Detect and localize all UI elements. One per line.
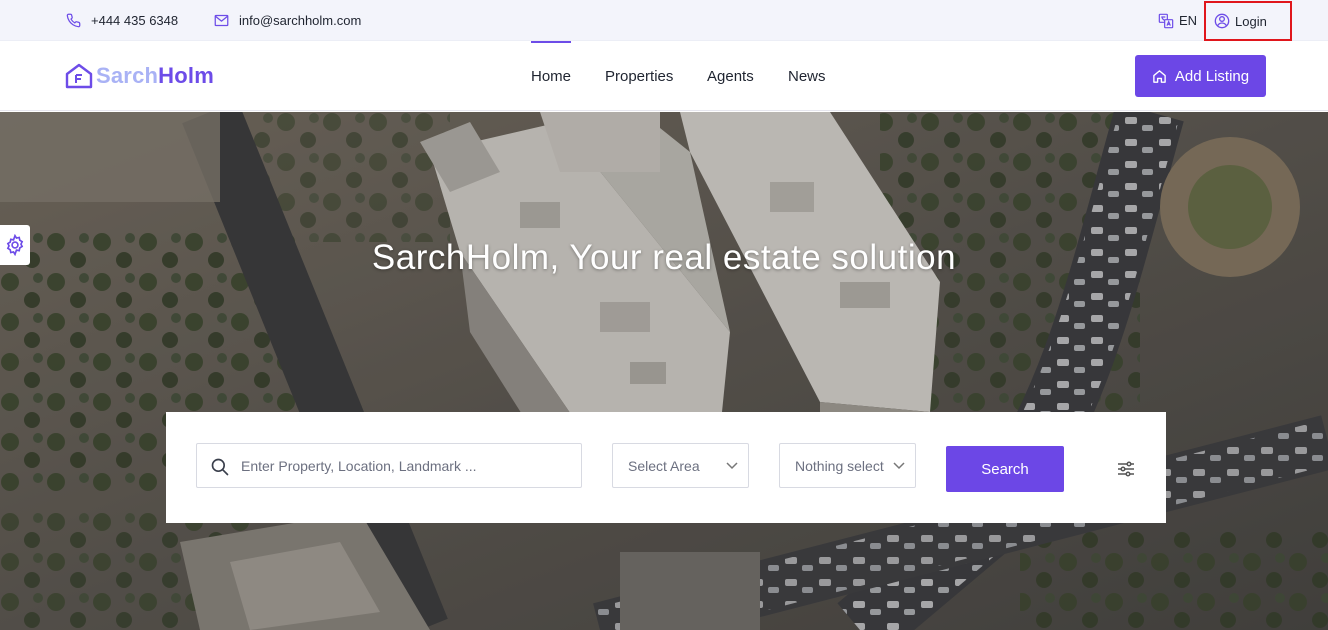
house-logo-icon — [65, 63, 93, 89]
hero-overlay — [0, 112, 1328, 630]
property-type-select-value: Nothing select — [795, 457, 884, 474]
add-listing-label: Add Listing — [1174, 67, 1250, 85]
hero-title: SarchHolm, Your real estate solution — [371, 238, 957, 277]
sliders-icon — [1118, 461, 1134, 477]
nav-properties[interactable]: Properties — [605, 41, 673, 111]
mail-icon — [214, 14, 229, 27]
logo-text: SarchHolm — [96, 63, 214, 89]
nav-agents[interactable]: Agents — [707, 41, 754, 111]
email-address: info@sarchholm.com — [239, 13, 362, 28]
top-bar: +444 435 6348 info@sarchholm.com EN Logi… — [0, 0, 1328, 41]
login-link[interactable]: Login — [1204, 1, 1292, 41]
login-label: Login — [1235, 13, 1267, 29]
advanced-filter-button[interactable] — [1117, 461, 1135, 482]
keyword-search-input[interactable] — [241, 444, 571, 487]
area-select[interactable]: Select Area — [612, 443, 749, 488]
phone-number: +444 435 6348 — [91, 13, 179, 28]
search-button[interactable]: Search — [946, 446, 1064, 492]
add-listing-button[interactable]: Add Listing — [1135, 55, 1266, 97]
property-type-select[interactable]: Nothing select — [779, 443, 916, 488]
translate-icon — [1158, 13, 1174, 28]
user-circle-icon — [1214, 13, 1230, 29]
chevron-down-icon — [893, 462, 905, 470]
site-logo[interactable]: SarchHolm — [65, 63, 214, 89]
contact-phone[interactable]: +444 435 6348 — [66, 0, 178, 41]
area-select-value: Select Area — [628, 457, 700, 474]
language-selector[interactable]: EN — [1158, 0, 1197, 41]
contact-email[interactable]: info@sarchholm.com — [214, 0, 361, 41]
logo-text-part1: Sarch — [96, 63, 159, 88]
nav-news[interactable]: News — [788, 41, 826, 111]
language-label: EN — [1179, 13, 1198, 28]
search-icon — [211, 458, 229, 476]
hero-section: SarchHolm, Your real estate solution Sel… — [0, 112, 1328, 630]
main-header: SarchHolm Home Properties Agents News Ad… — [0, 41, 1328, 111]
nav-home[interactable]: Home — [531, 41, 572, 111]
logo-text-part2: Holm — [158, 63, 214, 88]
phone-icon — [66, 13, 81, 28]
home-icon — [1153, 69, 1166, 83]
keyword-search-field[interactable] — [196, 443, 582, 488]
chevron-down-icon — [726, 462, 738, 470]
search-panel: Select Area Nothing select Search — [166, 412, 1166, 523]
